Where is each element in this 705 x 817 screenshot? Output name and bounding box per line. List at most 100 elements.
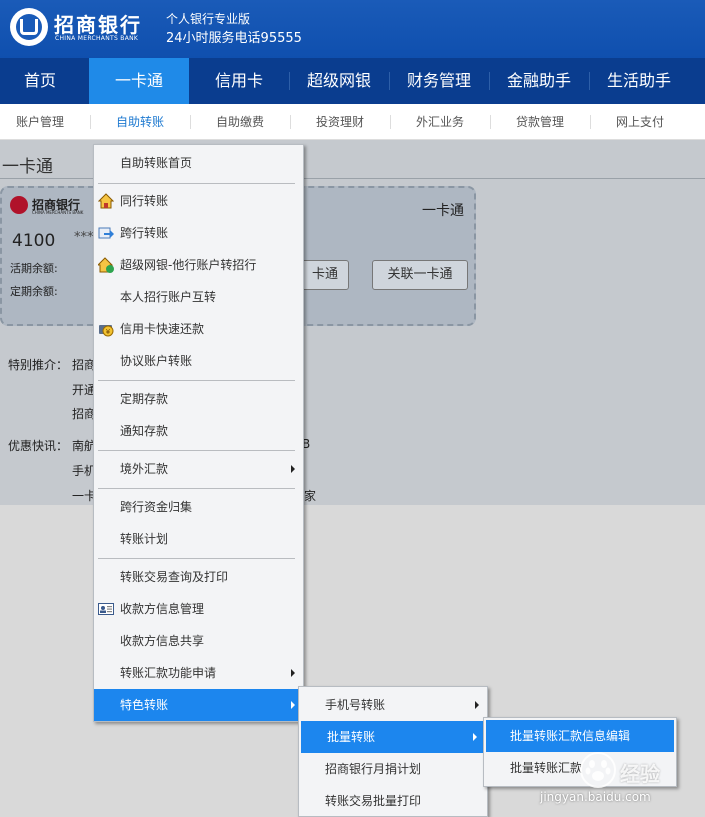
menu-item-label: 特色转账 [120, 698, 169, 712]
special-transfer-submenu: 手机号转账 批量转账 招商银行月捐计划 转账交易批量打印 [298, 686, 488, 817]
menu-divider [98, 183, 295, 184]
menu-item-interbank[interactable]: 跨行转账 [94, 217, 303, 249]
logo-text[interactable]: 招商银行 [54, 9, 142, 38]
link-card-button[interactable]: 关联一卡通 [372, 260, 468, 290]
menu-item-notice-deposit[interactable]: 通知存款 [94, 415, 303, 447]
nav-home[interactable]: 首页 [0, 58, 80, 104]
submenu-item-phone-transfer[interactable]: 手机号转账 [299, 689, 487, 721]
card-number-masked: *** [74, 230, 94, 245]
menu-item-payee-share[interactable]: 收款方信息共享 [94, 625, 303, 657]
menu-item-label: 转账汇款功能申请 [120, 666, 217, 680]
watermark-text: 经验 [620, 762, 660, 786]
subnav-invest[interactable]: 投资理财 [290, 104, 390, 140]
main-nav: 首页 一卡通 信用卡 超级网银 财务管理 金融助手 生活助手 [0, 58, 705, 104]
menu-item-label: 招商银行月捐计划 [325, 762, 422, 776]
menu-item-same-bank[interactable]: 同行转账 [94, 185, 303, 217]
card-logo-icon [10, 196, 28, 214]
menu-item-super-ebank-transfer[interactable]: 超级网银-他行账户转招行 [94, 249, 303, 281]
logo-english: CHINA MERCHANTS BANK [55, 35, 139, 42]
menu-item-label: 同行转账 [120, 194, 169, 208]
submenu-item-batch-edit[interactable]: 批量转账汇款信息编辑 [486, 720, 674, 752]
top-banner: 招商银行 CHINA MERCHANTS BANK 个人银行专业版 24小时服务… [0, 0, 705, 58]
menu-item-transfer-plan[interactable]: 转账计划 [94, 523, 303, 555]
menu-item-own-accounts[interactable]: 本人招行账户互转 [94, 281, 303, 313]
card-pay-icon: ¥ [99, 325, 114, 337]
menu-item-label: 批量转账 [327, 730, 376, 744]
house-icon [98, 193, 114, 209]
menu-item-fund-collection[interactable]: 跨行资金归集 [94, 491, 303, 523]
menu-item-overseas-remit[interactable]: 境外汇款 [94, 453, 303, 485]
subnav-payment[interactable]: 自助缴费 [190, 104, 290, 140]
menu-item-label: 超级网银-他行账户转招行 [120, 258, 257, 272]
fixed-balance-label: 定期余额: [10, 285, 58, 298]
current-balance-label: 活期余额: [10, 262, 58, 275]
submenu-arrow-icon [291, 701, 295, 709]
menu-item-label: 定期存款 [120, 392, 169, 406]
submenu-arrow-icon [475, 701, 479, 709]
nav-card[interactable]: 一卡通 [89, 58, 189, 104]
menu-divider [98, 380, 295, 381]
subnav-loan[interactable]: 贷款管理 [490, 104, 590, 140]
menu-item-label: 协议账户转账 [120, 354, 193, 368]
submenu-item-monthly-donation[interactable]: 招商银行月捐计划 [299, 753, 487, 785]
paw-icon [580, 752, 616, 788]
news-link-tail: 家 [304, 489, 317, 503]
menu-item-query-print[interactable]: 转账交易查询及打印 [94, 561, 303, 593]
submenu-arrow-icon [473, 733, 477, 741]
menu-item-label: 转账交易批量打印 [325, 794, 422, 808]
menu-divider [98, 488, 295, 489]
menu-item-feature-apply[interactable]: 转账汇款功能申请 [94, 657, 303, 689]
house-arrow-icon [98, 257, 114, 273]
sub-nav: 账户管理 自助转账 自助缴费 投资理财 外汇业务 贷款管理 网上支付 [0, 104, 705, 140]
submenu-arrow-icon [291, 465, 295, 473]
transfer-dropdown-menu: 自助转账首页 同行转账 跨行转账 超级网银-他行账户转招行 本人招行账户互转 ¥… [93, 144, 304, 722]
menu-item-label: 跨行资金归集 [120, 500, 193, 514]
subnav-account[interactable]: 账户管理 [0, 104, 80, 140]
menu-item-label: 跨行转账 [120, 226, 169, 240]
menu-item-payee-manage[interactable]: 收款方信息管理 [94, 593, 303, 625]
subnav-online-pay[interactable]: 网上支付 [590, 104, 690, 140]
page-title: 一卡通 [2, 157, 53, 177]
hotline-label: 24小时服务电话95555 [166, 31, 302, 46]
nav-finance[interactable]: 财务管理 [389, 58, 489, 104]
watermark-url: jingyan.baidu.com [540, 790, 651, 804]
svg-text:¥: ¥ [106, 328, 111, 336]
card-number: 4100 [12, 231, 56, 251]
nav-life-assistant[interactable]: 生活助手 [589, 58, 689, 104]
menu-item-label: 转账计划 [120, 532, 169, 546]
menu-divider [98, 558, 295, 559]
subnav-forex[interactable]: 外汇业务 [390, 104, 490, 140]
contact-card-icon [98, 603, 114, 615]
menu-item-label: 收款方信息共享 [120, 634, 205, 648]
menu-item-label: 转账交易查询及打印 [120, 570, 229, 584]
menu-divider [98, 450, 295, 451]
menu-item-label: 信用卡快速还款 [120, 322, 205, 336]
submenu-arrow-icon [291, 669, 295, 677]
menu-item-label: 本人招行账户互转 [120, 290, 217, 304]
baidu-jingyan-watermark: 经验 jingyan.baidu.com [540, 752, 700, 812]
menu-item-label: 自助转账首页 [120, 156, 193, 170]
nav-super-ebank[interactable]: 超级网银 [289, 58, 389, 104]
transfer-icon [98, 227, 114, 239]
menu-item-transfer-home[interactable]: 自助转账首页 [94, 147, 303, 179]
card-logo-english: CHINA MERCHANTS BANK [32, 210, 84, 215]
menu-item-label: 手机号转账 [325, 698, 386, 712]
submenu-item-batch-print[interactable]: 转账交易批量打印 [299, 785, 487, 817]
subnav-transfer[interactable]: 自助转账 [90, 104, 190, 140]
cmb-logo-icon[interactable] [10, 8, 48, 46]
menu-item-label: 境外汇款 [120, 462, 169, 476]
nav-credit-card[interactable]: 信用卡 [189, 58, 289, 104]
nav-fin-assistant[interactable]: 金融助手 [489, 58, 589, 104]
menu-item-credit-repay[interactable]: ¥ 信用卡快速还款 [94, 313, 303, 345]
special-promo-label: 特别推介： [8, 358, 69, 372]
card-title: 一卡通 [422, 203, 464, 219]
menu-item-fixed-deposit[interactable]: 定期存款 [94, 383, 303, 415]
edition-label: 个人银行专业版 [166, 12, 251, 26]
menu-item-label: 批量转账汇款信息编辑 [510, 729, 631, 743]
news-label: 优惠快讯： [8, 439, 69, 453]
menu-item-label: 通知存款 [120, 424, 169, 438]
menu-item-label: 收款方信息管理 [120, 602, 205, 616]
menu-item-agreement-transfer[interactable]: 协议账户转账 [94, 345, 303, 377]
submenu-item-batch-transfer[interactable]: 批量转账 [301, 721, 485, 753]
menu-item-special-transfer[interactable]: 特色转账 [94, 689, 303, 721]
